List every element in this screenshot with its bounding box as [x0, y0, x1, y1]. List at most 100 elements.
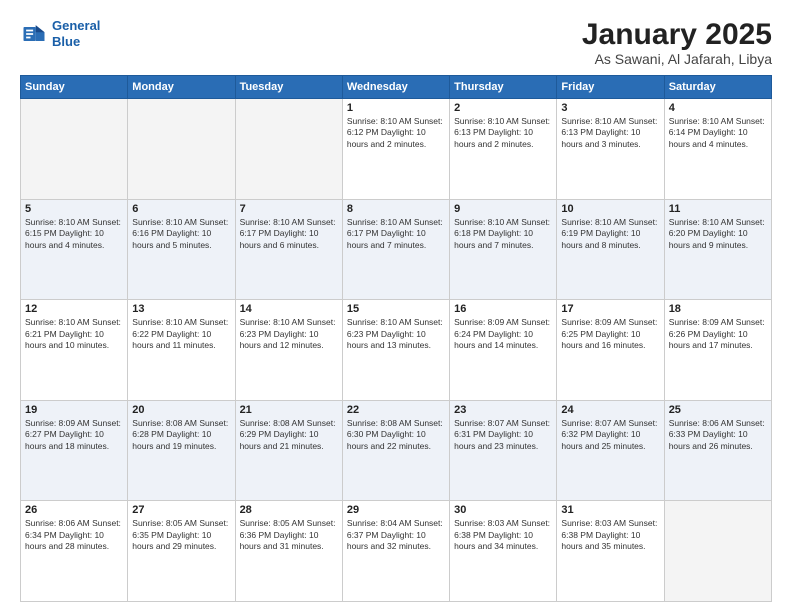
header: General Blue January 2025 As Sawani, Al … — [20, 18, 772, 67]
day-number: 14 — [240, 303, 338, 315]
table-row: 2Sunrise: 8:10 AM Sunset: 6:13 PM Daylig… — [450, 99, 557, 200]
logo-text: General Blue — [52, 18, 100, 49]
title-block: January 2025 As Sawani, Al Jafarah, Liby… — [582, 18, 772, 67]
calendar-table: Sunday Monday Tuesday Wednesday Thursday… — [20, 75, 772, 602]
table-row: 6 Sunrise: 8:10 AM Sunset: 6:16 PM Daylig… — [128, 199, 235, 300]
col-thursday: Thursday — [450, 76, 557, 99]
day-number: 7 — [240, 203, 338, 215]
table-row: 27 Sunrise: 8:05 AM Sunset: 6:35 PM Dayli… — [128, 501, 235, 602]
day-number: 12 — [25, 303, 123, 315]
table-row: 18Sunrise: 8:09 AM Sunset: 6:26 PM Dayli… — [664, 300, 771, 401]
table-row: 5 Sunrise: 8:10 AM Sunset: 6:15 PM Daylig… — [21, 199, 128, 300]
logo-line1: General — [52, 18, 100, 33]
day-number: 1 — [347, 102, 445, 114]
day-info: Sunrise: 8:08 AM Sunset: 6:28 PM Dayligh… — [132, 418, 230, 452]
table-row: 24Sunrise: 8:07 AM Sunset: 6:32 PM Dayli… — [557, 400, 664, 501]
day-info: Sunrise: 8:10 AM Sunset: 6:17 PM Dayligh… — [240, 217, 338, 251]
day-info: Sunrise: 8:10 AM Sunset: 6:15 PM Dayligh… — [25, 217, 123, 251]
day-info: Sunrise: 8:10 AM Sunset: 6:23 PM Dayligh… — [240, 317, 338, 351]
day-info: Sunrise: 8:05 AM Sunset: 6:35 PM Dayligh… — [132, 518, 230, 552]
day-info: Sunrise: 8:10 AM Sunset: 6:14 PM Dayligh… — [669, 116, 767, 150]
day-info: Sunrise: 8:08 AM Sunset: 6:29 PM Dayligh… — [240, 418, 338, 452]
day-info: Sunrise: 8:09 AM Sunset: 6:25 PM Dayligh… — [561, 317, 659, 351]
day-info: Sunrise: 8:10 AM Sunset: 6:13 PM Dayligh… — [454, 116, 552, 150]
day-info: Sunrise: 8:10 AM Sunset: 6:13 PM Dayligh… — [561, 116, 659, 150]
day-info: Sunrise: 8:10 AM Sunset: 6:17 PM Dayligh… — [347, 217, 445, 251]
day-number: 28 — [240, 504, 338, 516]
day-number: 3 — [561, 102, 659, 114]
day-info: Sunrise: 8:06 AM Sunset: 6:34 PM Dayligh… — [25, 518, 123, 552]
header-row: Sunday Monday Tuesday Wednesday Thursday… — [21, 76, 772, 99]
day-number: 8 — [347, 203, 445, 215]
day-info: Sunrise: 8:05 AM Sunset: 6:36 PM Dayligh… — [240, 518, 338, 552]
day-number: 31 — [561, 504, 659, 516]
day-info: Sunrise: 8:10 AM Sunset: 6:23 PM Dayligh… — [347, 317, 445, 351]
table-row: 22 Sunrise: 8:08 AM Sunset: 6:30 PM Dayli… — [342, 400, 449, 501]
table-row: 29 Sunrise: 8:04 AM Sunset: 6:37 PM Dayli… — [342, 501, 449, 602]
day-number: 29 — [347, 504, 445, 516]
table-row: 31Sunrise: 8:03 AM Sunset: 6:38 PM Dayli… — [557, 501, 664, 602]
day-info: Sunrise: 8:09 AM Sunset: 6:27 PM Dayligh… — [25, 418, 123, 452]
day-number: 25 — [669, 404, 767, 416]
table-row: 7 Sunrise: 8:10 AM Sunset: 6:17 PM Daylig… — [235, 199, 342, 300]
day-info: Sunrise: 8:09 AM Sunset: 6:24 PM Dayligh… — [454, 317, 552, 351]
day-number: 4 — [669, 102, 767, 114]
col-saturday: Saturday — [664, 76, 771, 99]
calendar-body: 1Sunrise: 8:10 AM Sunset: 6:12 PM Daylig… — [21, 99, 772, 602]
day-number: 19 — [25, 404, 123, 416]
day-number: 16 — [454, 303, 552, 315]
col-tuesday: Tuesday — [235, 76, 342, 99]
table-row: 26 Sunrise: 8:06 AM Sunset: 6:34 PM Dayli… — [21, 501, 128, 602]
day-number: 26 — [25, 504, 123, 516]
calendar-week-row: 12Sunrise: 8:10 AM Sunset: 6:21 PM Dayli… — [21, 300, 772, 401]
day-number: 27 — [132, 504, 230, 516]
table-row: 16 Sunrise: 8:09 AM Sunset: 6:24 PM Dayli… — [450, 300, 557, 401]
table-row — [235, 99, 342, 200]
calendar-week-row: 5 Sunrise: 8:10 AM Sunset: 6:15 PM Daylig… — [21, 199, 772, 300]
day-number: 5 — [25, 203, 123, 215]
calendar-week-row: 19 Sunrise: 8:09 AM Sunset: 6:27 PM Dayli… — [21, 400, 772, 501]
day-number: 24 — [561, 404, 659, 416]
table-row: 21 Sunrise: 8:08 AM Sunset: 6:29 PM Dayli… — [235, 400, 342, 501]
day-number: 13 — [132, 303, 230, 315]
day-number: 21 — [240, 404, 338, 416]
day-number: 22 — [347, 404, 445, 416]
day-info: Sunrise: 8:10 AM Sunset: 6:16 PM Dayligh… — [132, 217, 230, 251]
day-info: Sunrise: 8:10 AM Sunset: 6:22 PM Dayligh… — [132, 317, 230, 351]
day-info: Sunrise: 8:03 AM Sunset: 6:38 PM Dayligh… — [454, 518, 552, 552]
logo-line2: Blue — [52, 34, 80, 49]
table-row: 30 Sunrise: 8:03 AM Sunset: 6:38 PM Dayli… — [450, 501, 557, 602]
table-row: 14 Sunrise: 8:10 AM Sunset: 6:23 PM Dayli… — [235, 300, 342, 401]
day-info: Sunrise: 8:04 AM Sunset: 6:37 PM Dayligh… — [347, 518, 445, 552]
table-row: 23Sunrise: 8:07 AM Sunset: 6:31 PM Dayli… — [450, 400, 557, 501]
table-row: 17 Sunrise: 8:09 AM Sunset: 6:25 PM Dayli… — [557, 300, 664, 401]
calendar-week-row: 1Sunrise: 8:10 AM Sunset: 6:12 PM Daylig… — [21, 99, 772, 200]
day-number: 18 — [669, 303, 767, 315]
day-info: Sunrise: 8:10 AM Sunset: 6:20 PM Dayligh… — [669, 217, 767, 251]
day-info: Sunrise: 8:08 AM Sunset: 6:30 PM Dayligh… — [347, 418, 445, 452]
calendar-subtitle: As Sawani, Al Jafarah, Libya — [582, 51, 772, 67]
day-number: 6 — [132, 203, 230, 215]
table-row: 11 Sunrise: 8:10 AM Sunset: 6:20 PM Dayli… — [664, 199, 771, 300]
col-sunday: Sunday — [21, 76, 128, 99]
logo-icon — [20, 20, 48, 48]
day-number: 10 — [561, 203, 659, 215]
day-number: 9 — [454, 203, 552, 215]
day-info: Sunrise: 8:10 AM Sunset: 6:18 PM Dayligh… — [454, 217, 552, 251]
col-friday: Friday — [557, 76, 664, 99]
col-wednesday: Wednesday — [342, 76, 449, 99]
day-number: 11 — [669, 203, 767, 215]
table-row: 25 Sunrise: 8:06 AM Sunset: 6:33 PM Dayli… — [664, 400, 771, 501]
calendar-week-row: 26 Sunrise: 8:06 AM Sunset: 6:34 PM Dayli… — [21, 501, 772, 602]
day-number: 17 — [561, 303, 659, 315]
calendar-header: Sunday Monday Tuesday Wednesday Thursday… — [21, 76, 772, 99]
table-row — [128, 99, 235, 200]
table-row: 9 Sunrise: 8:10 AM Sunset: 6:18 PM Daylig… — [450, 199, 557, 300]
table-row — [21, 99, 128, 200]
day-number: 23 — [454, 404, 552, 416]
logo: General Blue — [20, 18, 100, 49]
table-row: 28 Sunrise: 8:05 AM Sunset: 6:36 PM Dayli… — [235, 501, 342, 602]
day-number: 30 — [454, 504, 552, 516]
table-row: 20Sunrise: 8:08 AM Sunset: 6:28 PM Dayli… — [128, 400, 235, 501]
day-info: Sunrise: 8:06 AM Sunset: 6:33 PM Dayligh… — [669, 418, 767, 452]
